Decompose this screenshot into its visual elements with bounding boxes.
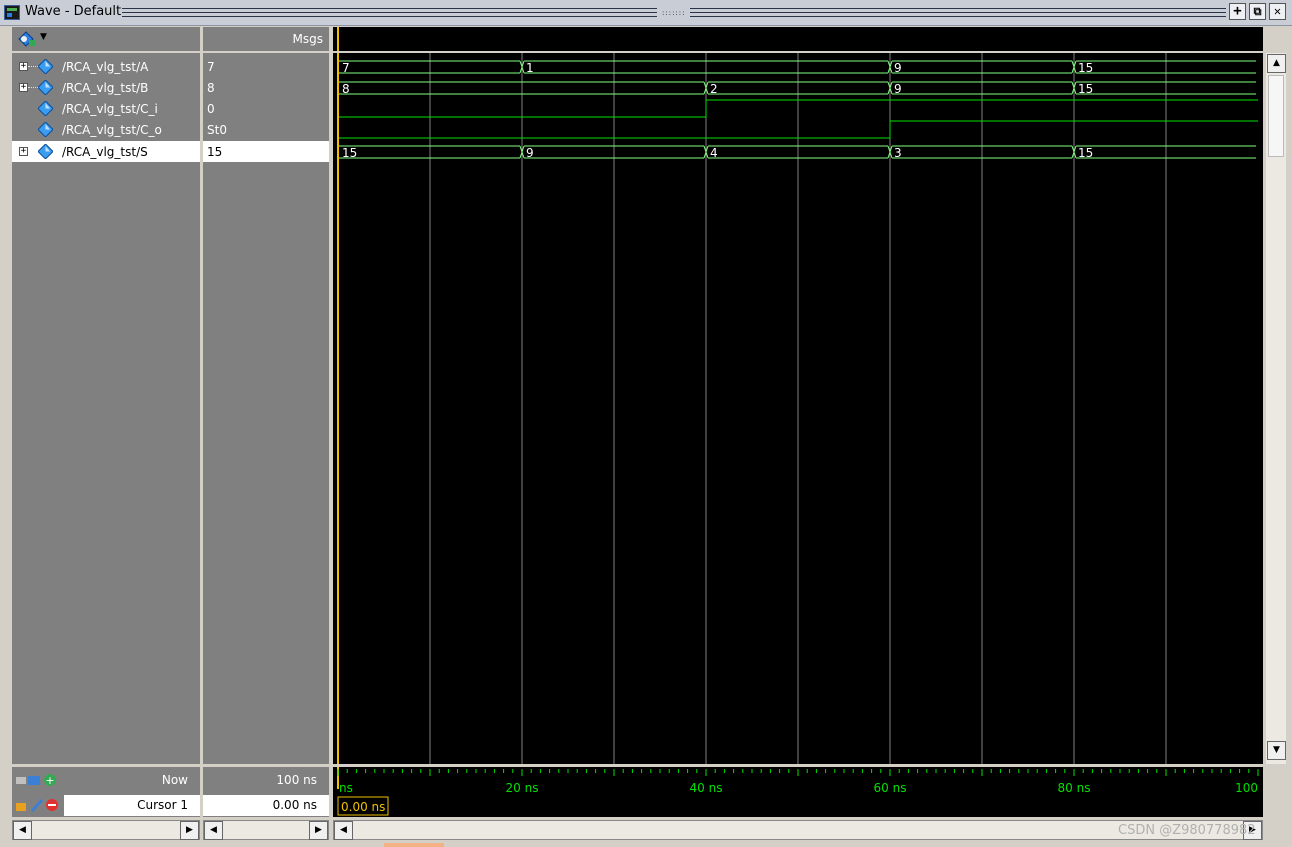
- cursor-toolbar-icons[interactable]: [14, 797, 58, 813]
- wave-header: [333, 27, 1263, 51]
- title-rule-right: [690, 8, 1226, 17]
- bus-value-label: 3: [894, 146, 902, 160]
- scroll-up-button[interactable]: ▲: [1267, 54, 1286, 73]
- bus-value-label: 15: [1078, 61, 1093, 75]
- scroll-right-button[interactable]: ▶: [309, 821, 328, 840]
- timeline-canvas[interactable]: ns 20 ns 40 ns 60 ns 80 ns 100 0.00 ns: [333, 767, 1263, 817]
- ruler-label: 20 ns: [506, 781, 539, 795]
- scroll-left-button[interactable]: ◀: [334, 821, 353, 840]
- timeline-ruler[interactable]: ns 20 ns 40 ns 60 ns 80 ns 100 0.00 ns: [333, 767, 1263, 817]
- status-names-area: + Now Cursor 1: [12, 767, 200, 817]
- bus-value-label: 2: [710, 82, 718, 96]
- vertical-scrollbar[interactable]: ▲ ▼: [1266, 53, 1286, 764]
- msgs-label: Msgs: [292, 32, 323, 46]
- bus-value-label: 9: [526, 146, 534, 160]
- watermark: CSDN @Z980778982: [1118, 823, 1256, 838]
- signal-name: /RCA_vlg_tst/B: [62, 81, 149, 95]
- signal-name: /RCA_vlg_tst/A: [62, 60, 149, 74]
- signal-value: St0: [207, 123, 227, 137]
- bus-value-label: 4: [710, 146, 718, 160]
- cursor-readout: 0.00 ns: [341, 800, 385, 814]
- svg-text:+: +: [45, 774, 54, 787]
- chevron-down-icon[interactable]: ▼: [40, 32, 47, 42]
- cursor-value-box[interactable]: 0.00 ns: [203, 795, 329, 816]
- signal-diamond-icon: [38, 101, 53, 116]
- scroll-left-button[interactable]: ◀: [204, 821, 223, 840]
- value-row[interactable]: 7: [203, 56, 329, 77]
- signal-value: 7: [207, 60, 215, 74]
- taskbar-tab: [384, 843, 444, 847]
- names-hscrollbar[interactable]: ◀ ▶: [12, 820, 200, 840]
- bus-value-label: 1: [526, 61, 534, 75]
- signal-diamond-icon: [38, 59, 53, 74]
- scroll-right-button[interactable]: ▶: [180, 821, 199, 840]
- status-values-area: 100 ns 0.00 ns: [203, 767, 329, 817]
- ruler-label: 60 ns: [874, 781, 907, 795]
- bus-value-label: 8: [342, 82, 350, 96]
- waveform-pane[interactable]: 7 1 9 15 8 2 9 15 15 9 4 3 15: [333, 53, 1263, 764]
- scroll-left-button[interactable]: ◀: [13, 821, 32, 840]
- signal-row-b[interactable]: + /RCA_vlg_tst/B: [12, 77, 200, 98]
- signal-row-c-i[interactable]: /RCA_vlg_tst/C_i: [12, 98, 200, 119]
- window-title: Wave - Default: [25, 4, 122, 19]
- bus-value-label: 15: [1078, 146, 1093, 160]
- signal-name: /RCA_vlg_tst/S: [62, 145, 148, 159]
- signal-row-a[interactable]: + /RCA_vlg_tst/A: [12, 56, 200, 77]
- signal-value: 15: [207, 145, 223, 159]
- values-pane[interactable]: 7 8 0 St0 15: [203, 53, 329, 764]
- now-toolbar-icons[interactable]: +: [14, 772, 58, 788]
- bus-value-label: 15: [1078, 82, 1093, 96]
- cursor-label: Cursor 1: [137, 798, 188, 812]
- signal-row-s[interactable]: + /RCA_vlg_tst/S: [12, 141, 200, 162]
- ruler-label: 40 ns: [690, 781, 723, 795]
- title-bar[interactable]: Wave - Default ::::::: + ⧉ ✕: [0, 0, 1292, 26]
- undock-button[interactable]: ⧉: [1249, 3, 1266, 20]
- expand-icon[interactable]: +: [19, 147, 28, 156]
- signal-name: /RCA_vlg_tst/C_o: [62, 123, 162, 137]
- signal-row-c-o[interactable]: /RCA_vlg_tst/C_o: [12, 119, 200, 140]
- bus-value-label: 15: [342, 146, 357, 160]
- value-row[interactable]: 8: [203, 77, 329, 98]
- value-row[interactable]: St0: [203, 119, 329, 140]
- signal-value: 0: [207, 102, 215, 116]
- values-hscrollbar[interactable]: ◀ ▶: [203, 820, 329, 840]
- now-label: Now: [161, 773, 188, 787]
- ruler-label: 100: [1235, 781, 1258, 795]
- wave-app-icon: [4, 5, 20, 20]
- values-header: Msgs: [203, 27, 329, 51]
- wave-window: Wave - Default ::::::: + ⧉ ✕ ▼ Msgs + /R…: [0, 0, 1292, 847]
- cursor-value: 0.00 ns: [272, 798, 317, 812]
- value-row[interactable]: 15: [203, 141, 329, 162]
- signal-value: 8: [207, 81, 215, 95]
- value-row[interactable]: 0: [203, 98, 329, 119]
- signal-names-pane[interactable]: + /RCA_vlg_tst/A + /RCA_vlg_tst/B /RCA_v…: [12, 53, 200, 764]
- scroll-down-button[interactable]: ▼: [1267, 741, 1286, 760]
- cursor-label-box[interactable]: Cursor 1: [64, 795, 200, 816]
- signal-diamond-icon: [38, 80, 53, 95]
- title-grip[interactable]: :::::::: [662, 9, 686, 17]
- bus-value-label: 9: [894, 82, 902, 96]
- vertical-scroll-thumb[interactable]: [1268, 75, 1284, 157]
- signal-diamond-icon: [38, 144, 53, 159]
- bus-value-label: 7: [342, 61, 350, 75]
- now-value: 100 ns: [276, 773, 317, 787]
- expand-icon[interactable]: +: [19, 83, 28, 92]
- signal-names-header: ▼: [12, 27, 200, 51]
- waveform-canvas[interactable]: 7 1 9 15 8 2 9 15 15 9 4 3 15: [333, 53, 1263, 764]
- signal-name: /RCA_vlg_tst/C_i: [62, 102, 158, 116]
- expand-icon[interactable]: +: [19, 62, 28, 71]
- ruler-label: 80 ns: [1058, 781, 1091, 795]
- signal-diamond-icon: [38, 122, 53, 137]
- ruler-label: ns: [339, 781, 353, 795]
- close-button[interactable]: ✕: [1269, 3, 1286, 20]
- signal-add-icon[interactable]: [16, 30, 38, 48]
- dock-button[interactable]: +: [1229, 3, 1246, 20]
- wave-header-cursor: [337, 27, 339, 51]
- bus-value-label: 9: [894, 61, 902, 75]
- title-rule-left: [122, 8, 657, 17]
